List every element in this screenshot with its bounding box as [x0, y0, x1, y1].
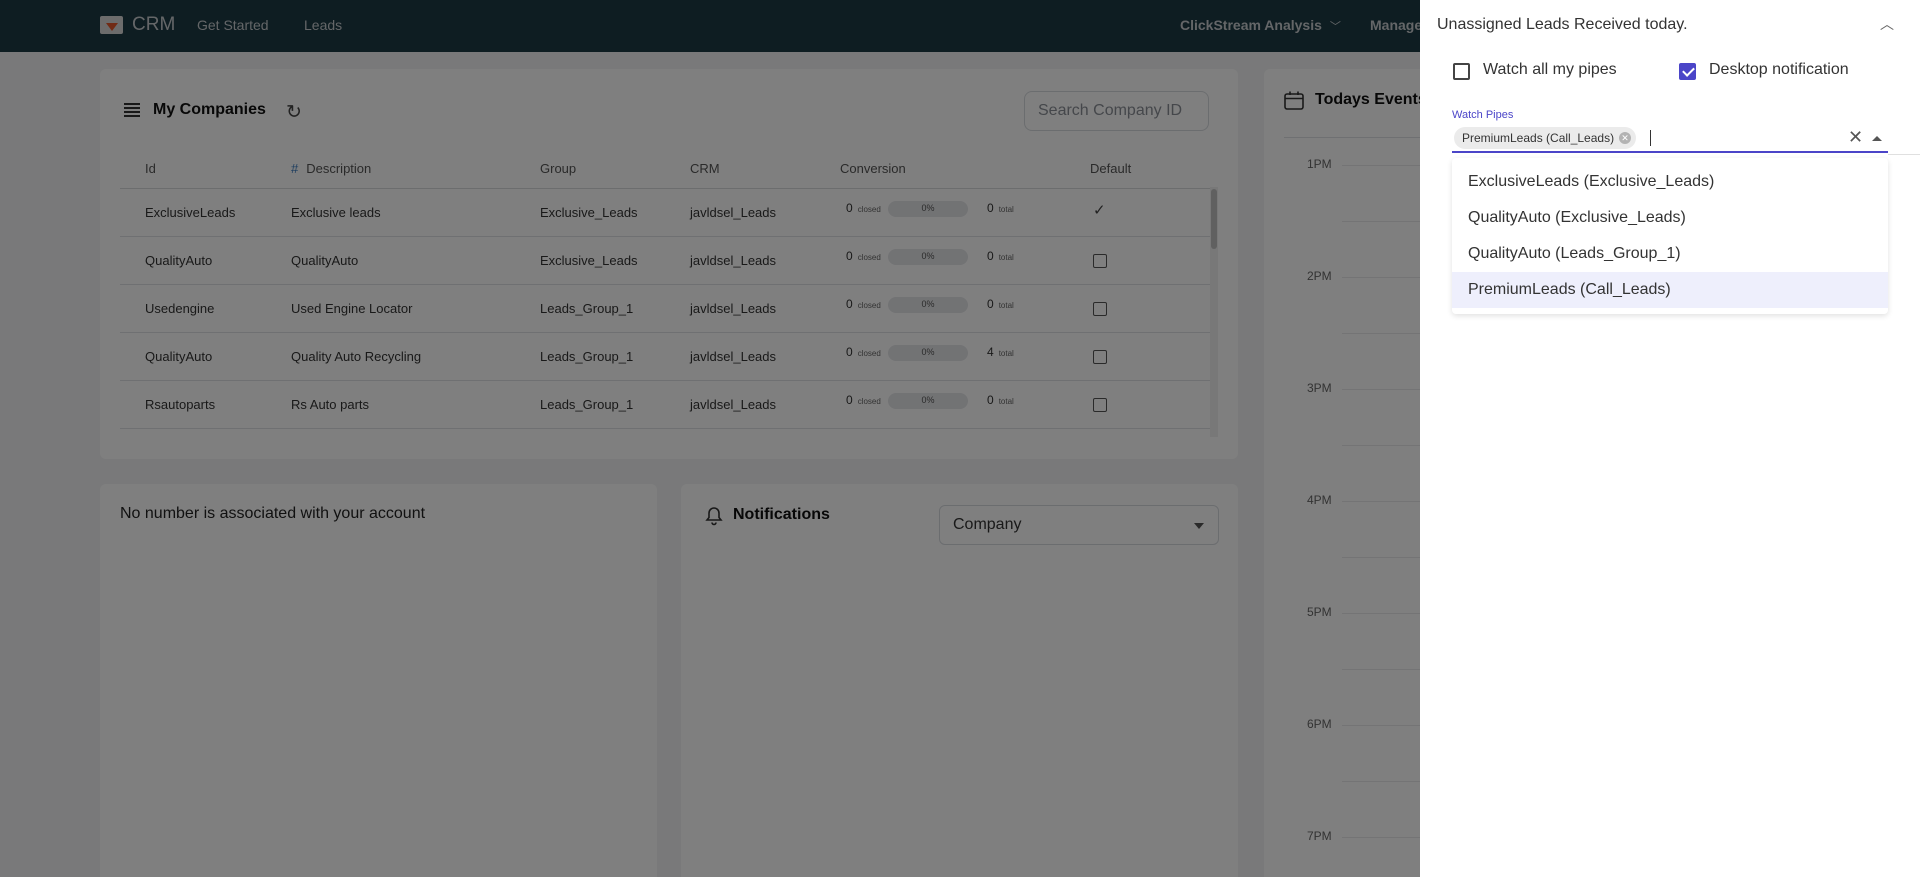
selected-pipe-chip: PremiumLeads (Call_Leads) ✕ — [1454, 127, 1637, 149]
pipe-option[interactable]: QualityAuto (Leads_Group_1) — [1452, 236, 1888, 272]
unassigned-leads-drawer: Unassigned Leads Received today. ︿ Watch… — [1420, 0, 1920, 877]
desktop-notification-label[interactable]: Desktop notification — [1709, 61, 1849, 79]
text-cursor — [1650, 130, 1651, 146]
pipe-option[interactable]: ExclusiveLeads (Exclusive_Leads) — [1452, 164, 1888, 200]
caret-up-icon[interactable] — [1872, 136, 1882, 141]
desktop-notification-checkbox[interactable] — [1679, 63, 1696, 80]
pipe-option[interactable]: PremiumLeads (Call_Leads) — [1452, 272, 1888, 308]
pipes-dropdown-menu: ExclusiveLeads (Exclusive_Leads) Quality… — [1452, 158, 1888, 314]
watch-all-pipes-checkbox[interactable] — [1453, 63, 1470, 80]
watch-pipes-label: Watch Pipes — [1452, 109, 1514, 121]
chip-remove-icon[interactable]: ✕ — [1619, 132, 1632, 144]
chevron-up-icon[interactable]: ︿ — [1880, 14, 1894, 34]
watch-all-pipes-label[interactable]: Watch all my pipes — [1483, 61, 1617, 79]
pipe-option[interactable]: QualityAuto (Exclusive_Leads) — [1452, 200, 1888, 236]
chip-label: PremiumLeads (Call_Leads) — [1462, 131, 1615, 145]
drawer-title: Unassigned Leads Received today. — [1437, 16, 1688, 33]
divider — [1888, 154, 1920, 155]
watch-pipes-input[interactable]: PremiumLeads (Call_Leads) ✕ ✕ — [1452, 125, 1888, 153]
modal-backdrop[interactable] — [0, 0, 1420, 877]
clear-icon[interactable]: ✕ — [1848, 127, 1863, 148]
